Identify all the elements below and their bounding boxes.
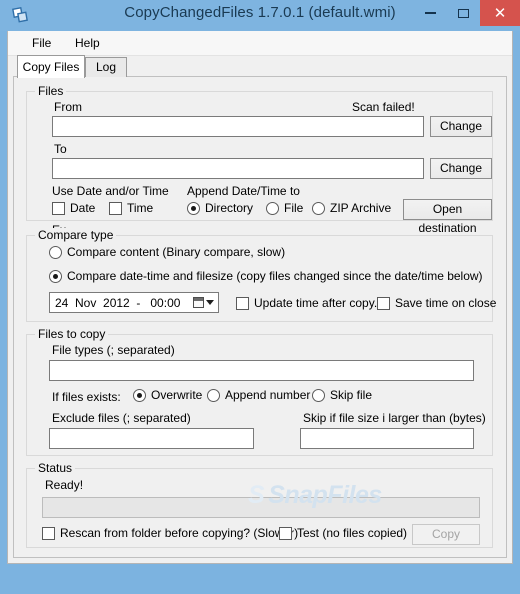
exists-radio-overwrite-label: Overwrite	[151, 388, 203, 402]
time-checkbox[interactable]: Time	[109, 201, 153, 215]
rescan-checkbox-box	[42, 526, 55, 540]
application-window: CopyChangedFiles 1.7.0.1 (default.wmi) ✕…	[0, 0, 520, 594]
status-group: Status Ready! Rescan from folder before …	[26, 461, 493, 548]
close-icon: ✕	[493, 4, 507, 22]
append-radio-file-label: File	[284, 201, 304, 215]
maximize-button[interactable]	[447, 0, 480, 26]
files-to-copy-group: Files to copy File types (; separated) I…	[26, 327, 493, 456]
file-types-label: File types (; separated)	[52, 343, 175, 357]
from-change-button[interactable]: Change	[430, 116, 492, 137]
minimize-button[interactable]	[414, 0, 447, 26]
to-input[interactable]	[52, 158, 424, 179]
status-text: Ready!	[45, 478, 84, 492]
rescan-checkbox-label: Rescan from folder before copying? (Slow…	[60, 526, 299, 540]
exists-radio-append-number[interactable]: Append number	[207, 388, 310, 402]
test-checkbox-label: Test (no files copied)	[297, 526, 408, 540]
file-types-input[interactable]	[49, 360, 474, 381]
exists-radio-overwrite[interactable]: Overwrite	[133, 388, 202, 402]
date-checkbox[interactable]: Date	[52, 201, 95, 215]
append-radio-zip[interactable]: ZIP Archive	[312, 201, 391, 215]
compare-date-value: 24 Nov 2012 - 00:00	[55, 295, 181, 310]
compare-radio-datetime-dot	[49, 269, 62, 283]
scan-status-label: Scan failed!	[352, 100, 415, 114]
time-checkbox-box	[109, 201, 122, 215]
title-bar[interactable]: CopyChangedFiles 1.7.0.1 (default.wmi) ✕	[0, 0, 520, 31]
exists-radio-skip-file-label: Skip file	[330, 388, 373, 402]
date-checkbox-label: Date	[70, 201, 96, 215]
exists-radio-skip-file[interactable]: Skip file	[312, 388, 372, 402]
files-group: Files From Scan failed! Change To Change…	[26, 84, 493, 237]
tab-copy-files[interactable]: Copy Files	[17, 55, 85, 78]
if-files-exists-label: If files exists:	[52, 390, 121, 404]
compare-type-group-title: Compare type	[35, 228, 117, 242]
compare-radio-content[interactable]: Compare content (Binary compare, slow)	[49, 245, 285, 259]
skip-size-input[interactable]	[300, 428, 474, 449]
skip-size-label: Skip if file size i larger than (bytes)	[303, 411, 486, 425]
exclude-files-label: Exclude files (; separated)	[52, 411, 191, 425]
maximize-icon	[458, 8, 469, 18]
close-button[interactable]: ✕	[480, 0, 520, 26]
calendar-icon	[192, 297, 204, 308]
test-checkbox[interactable]: Test (no files copied)	[279, 526, 407, 540]
append-radio-zip-dot	[312, 201, 325, 215]
update-time-checkbox-label: Update time after copy.	[254, 296, 378, 310]
copy-button[interactable]: Copy	[412, 524, 480, 545]
tab-strip: Copy Files Log	[8, 55, 512, 78]
copy-files-icon	[12, 7, 30, 25]
time-checkbox-label: Time	[127, 201, 154, 215]
progress-bar	[42, 497, 480, 518]
exists-radio-append-number-dot	[207, 388, 220, 402]
exists-radio-overwrite-dot	[133, 388, 146, 402]
append-radio-directory-label: Directory	[205, 201, 254, 215]
open-destination-button[interactable]: Open destination	[403, 199, 492, 235]
compare-radio-content-dot	[49, 245, 62, 259]
status-group-title: Status	[35, 461, 76, 475]
append-radio-file[interactable]: File	[266, 201, 303, 215]
exclude-files-input[interactable]	[49, 428, 254, 449]
use-date-time-label: Use Date and/or Time	[52, 184, 169, 198]
tab-panel-copy-files: Files From Scan failed! Change To Change…	[13, 76, 507, 558]
tab-log[interactable]: Log	[85, 57, 127, 77]
compare-radio-datetime[interactable]: Compare date-time and filesize (copy fil…	[49, 269, 483, 283]
from-input[interactable]	[52, 116, 424, 137]
date-picker-dropdown[interactable]	[188, 293, 218, 312]
to-change-button[interactable]: Change	[430, 158, 492, 179]
minimize-icon	[425, 12, 436, 14]
menu-bar: File Help	[8, 31, 512, 56]
exists-radio-skip-file-dot	[312, 388, 325, 402]
chevron-down-icon	[205, 300, 214, 305]
compare-radio-content-label: Compare content (Binary compare, slow)	[67, 245, 286, 259]
append-date-time-label: Append Date/Time to	[187, 184, 300, 198]
compare-radio-datetime-label: Compare date-time and filesize (copy fil…	[67, 269, 483, 283]
client-area: File Help Copy Files Log Files From Scan…	[7, 31, 513, 564]
menu-item-file[interactable]: File	[24, 34, 59, 52]
append-radio-file-dot	[266, 201, 279, 215]
save-time-checkbox-label: Save time on close	[395, 296, 497, 310]
update-time-checkbox[interactable]: Update time after copy.	[236, 296, 377, 310]
from-label: From	[54, 100, 82, 114]
files-group-title: Files	[35, 84, 67, 98]
compare-type-group: Compare type Compare content (Binary com…	[26, 228, 496, 322]
save-time-checkbox[interactable]: Save time on close	[377, 296, 496, 310]
test-checkbox-box	[279, 526, 292, 540]
update-time-checkbox-box	[236, 296, 249, 310]
append-radio-directory[interactable]: Directory	[187, 201, 253, 215]
date-checkbox-box	[52, 201, 65, 215]
files-to-copy-group-title: Files to copy	[35, 327, 109, 341]
save-time-checkbox-box	[377, 296, 390, 310]
append-radio-zip-label: ZIP Archive	[330, 201, 392, 215]
exists-radio-append-number-label: Append number	[225, 388, 311, 402]
rescan-checkbox[interactable]: Rescan from folder before copying? (Slow…	[42, 526, 298, 540]
menu-item-help[interactable]: Help	[67, 34, 108, 52]
to-label: To	[54, 142, 67, 156]
compare-date-picker[interactable]: 24 Nov 2012 - 00:00	[49, 292, 219, 313]
append-radio-directory-dot	[187, 201, 200, 215]
